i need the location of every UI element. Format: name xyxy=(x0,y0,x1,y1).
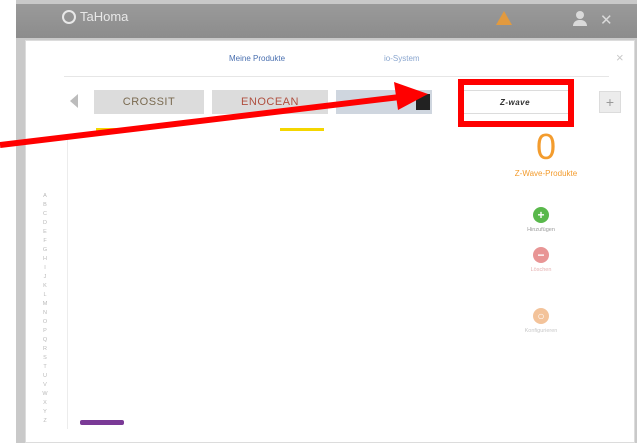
arrow-shaft xyxy=(0,94,401,148)
annotation-arrow xyxy=(0,82,428,148)
arrow-head-icon xyxy=(394,82,428,110)
